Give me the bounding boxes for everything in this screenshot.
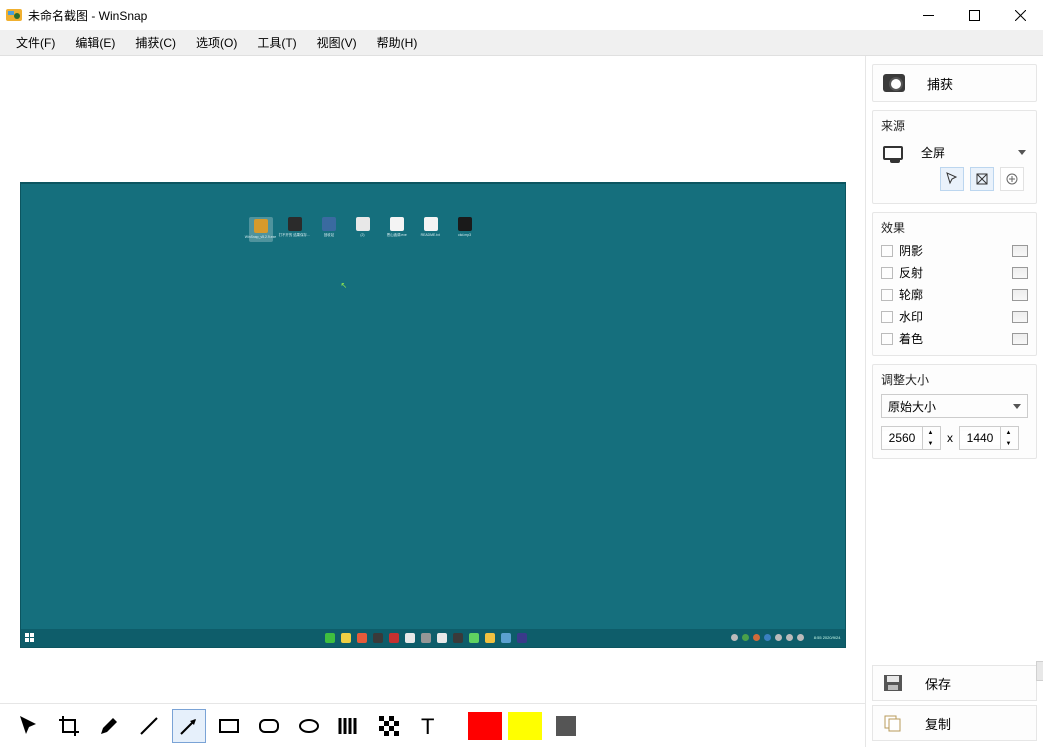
- checkbox-watermark[interactable]: [881, 311, 893, 323]
- monitor-icon: [883, 146, 903, 160]
- annotation-toolbar: T: [0, 703, 865, 747]
- spin-up-icon[interactable]: ▲: [1000, 427, 1016, 438]
- menu-view[interactable]: 视图(V): [307, 31, 367, 54]
- menu-capture[interactable]: 捕获(C): [125, 31, 186, 54]
- menu-bar: 文件(F) 编辑(E) 捕获(C) 选项(O) 工具(T) 视图(V) 帮助(H…: [0, 30, 1043, 56]
- menu-tools[interactable]: 工具(T): [247, 31, 306, 54]
- delay-toggle[interactable]: [970, 167, 994, 191]
- spin-up-icon[interactable]: ▲: [922, 427, 938, 438]
- camera-icon: [883, 74, 905, 92]
- effect-config-watermark[interactable]: [1012, 311, 1028, 323]
- effect-config-reflection[interactable]: [1012, 267, 1028, 279]
- desktop-icon: (2): [351, 217, 375, 242]
- save-icon: [883, 674, 903, 692]
- minimize-button[interactable]: [905, 0, 951, 30]
- maximize-button[interactable]: [951, 0, 997, 30]
- width-input[interactable]: [882, 431, 922, 445]
- dimension-separator: x: [947, 431, 953, 445]
- menu-help[interactable]: 帮助(H): [367, 31, 428, 54]
- tool-blur[interactable]: [332, 709, 366, 743]
- canvas-area: WinSnap_v5.2.9.exe 打不开的 结果保存... 回收站 (2) …: [0, 56, 865, 747]
- tool-pixelate[interactable]: [372, 709, 406, 743]
- window-title: 未命名截图 - WinSnap: [28, 7, 905, 24]
- desktop-icon: WinSnap_v5.2.9.exe: [249, 217, 273, 242]
- captured-image: WinSnap_v5.2.9.exe 打不开的 结果保存... 回收站 (2) …: [21, 183, 845, 647]
- captured-taskbar: 8:55 2020/9/24: [21, 629, 845, 647]
- desktop-icon: ckd.mp3: [453, 217, 477, 242]
- effects-section: 效果 阴影 反射 轮廓 水印 着色: [872, 212, 1037, 356]
- chevron-down-icon: [1018, 150, 1026, 155]
- tool-text[interactable]: T: [412, 709, 446, 743]
- app-icon: [6, 7, 22, 23]
- tool-rectangle[interactable]: [212, 709, 246, 743]
- more-options-button[interactable]: [1000, 167, 1024, 191]
- color-swatch-current[interactable]: [556, 716, 576, 736]
- spin-down-icon[interactable]: ▼: [922, 438, 938, 449]
- width-spinner[interactable]: ▲▼: [881, 426, 941, 450]
- desktop-icons: WinSnap_v5.2.9.exe 打不开的 结果保存... 回收站 (2) …: [249, 217, 477, 242]
- color-swatch-yellow[interactable]: [508, 712, 542, 740]
- checkbox-outline[interactable]: [881, 289, 893, 301]
- height-spinner[interactable]: ▲▼: [959, 426, 1019, 450]
- height-input[interactable]: [960, 431, 1000, 445]
- spin-down-icon[interactable]: ▼: [1000, 438, 1016, 449]
- effect-config-tint[interactable]: [1012, 333, 1028, 345]
- copy-icon: [883, 714, 903, 732]
- color-swatch-red[interactable]: [468, 712, 502, 740]
- effect-config-shadow[interactable]: [1012, 245, 1028, 257]
- close-button[interactable]: [997, 0, 1043, 30]
- checkbox-shadow[interactable]: [881, 245, 893, 257]
- include-cursor-toggle[interactable]: [940, 167, 964, 191]
- source-section: 来源 全屏: [872, 110, 1037, 204]
- menu-options[interactable]: 选项(O): [186, 31, 247, 54]
- tool-line[interactable]: [132, 709, 166, 743]
- checkbox-reflection[interactable]: [881, 267, 893, 279]
- tool-pointer[interactable]: [12, 709, 46, 743]
- section-title-source: 来源: [881, 117, 1028, 134]
- captured-clock: 8:55 2020/9/24: [814, 636, 841, 640]
- panel-handle[interactable]: [1036, 661, 1043, 681]
- desktop-icon: 恩山函调.exe: [385, 217, 409, 242]
- tool-arrow[interactable]: [172, 709, 206, 743]
- menu-edit[interactable]: 编辑(E): [65, 31, 125, 54]
- copy-button[interactable]: 复制: [872, 705, 1037, 741]
- window-controls: [905, 0, 1043, 30]
- tool-crop[interactable]: [52, 709, 86, 743]
- start-icon: [25, 633, 35, 643]
- desktop-icon: 回收站: [317, 217, 341, 242]
- resize-mode-dropdown[interactable]: 原始大小: [881, 394, 1028, 418]
- desktop-icon: README.txt: [419, 217, 443, 242]
- canvas-viewport[interactable]: WinSnap_v5.2.9.exe 打不开的 结果保存... 回收站 (2) …: [0, 56, 865, 703]
- capture-button[interactable]: 捕获: [872, 64, 1037, 102]
- checkbox-tint[interactable]: [881, 333, 893, 345]
- svg-text:T: T: [421, 714, 434, 738]
- section-title-resize: 调整大小: [881, 371, 1028, 388]
- cursor-icon: ↖: [341, 281, 349, 289]
- work-area: WinSnap_v5.2.9.exe 打不开的 结果保存... 回收站 (2) …: [0, 56, 1043, 747]
- source-mode-dropdown[interactable]: 全屏: [881, 140, 1028, 165]
- save-button[interactable]: 保存: [872, 665, 1037, 701]
- tool-highlighter[interactable]: [92, 709, 126, 743]
- desktop-icon: 打不开的 结果保存...: [283, 217, 307, 242]
- chevron-down-icon: [1013, 404, 1021, 409]
- tool-ellipse[interactable]: [292, 709, 326, 743]
- right-panel: 捕获 来源 全屏 效果 阴影 反射 轮廓 水印 着色: [865, 56, 1043, 747]
- section-title-effects: 效果: [881, 219, 1028, 236]
- resize-section: 调整大小 原始大小 ▲▼ x ▲▼: [872, 364, 1037, 459]
- tool-rounded-rect[interactable]: [252, 709, 286, 743]
- effect-config-outline[interactable]: [1012, 289, 1028, 301]
- title-bar: 未命名截图 - WinSnap: [0, 0, 1043, 30]
- menu-file[interactable]: 文件(F): [6, 31, 65, 54]
